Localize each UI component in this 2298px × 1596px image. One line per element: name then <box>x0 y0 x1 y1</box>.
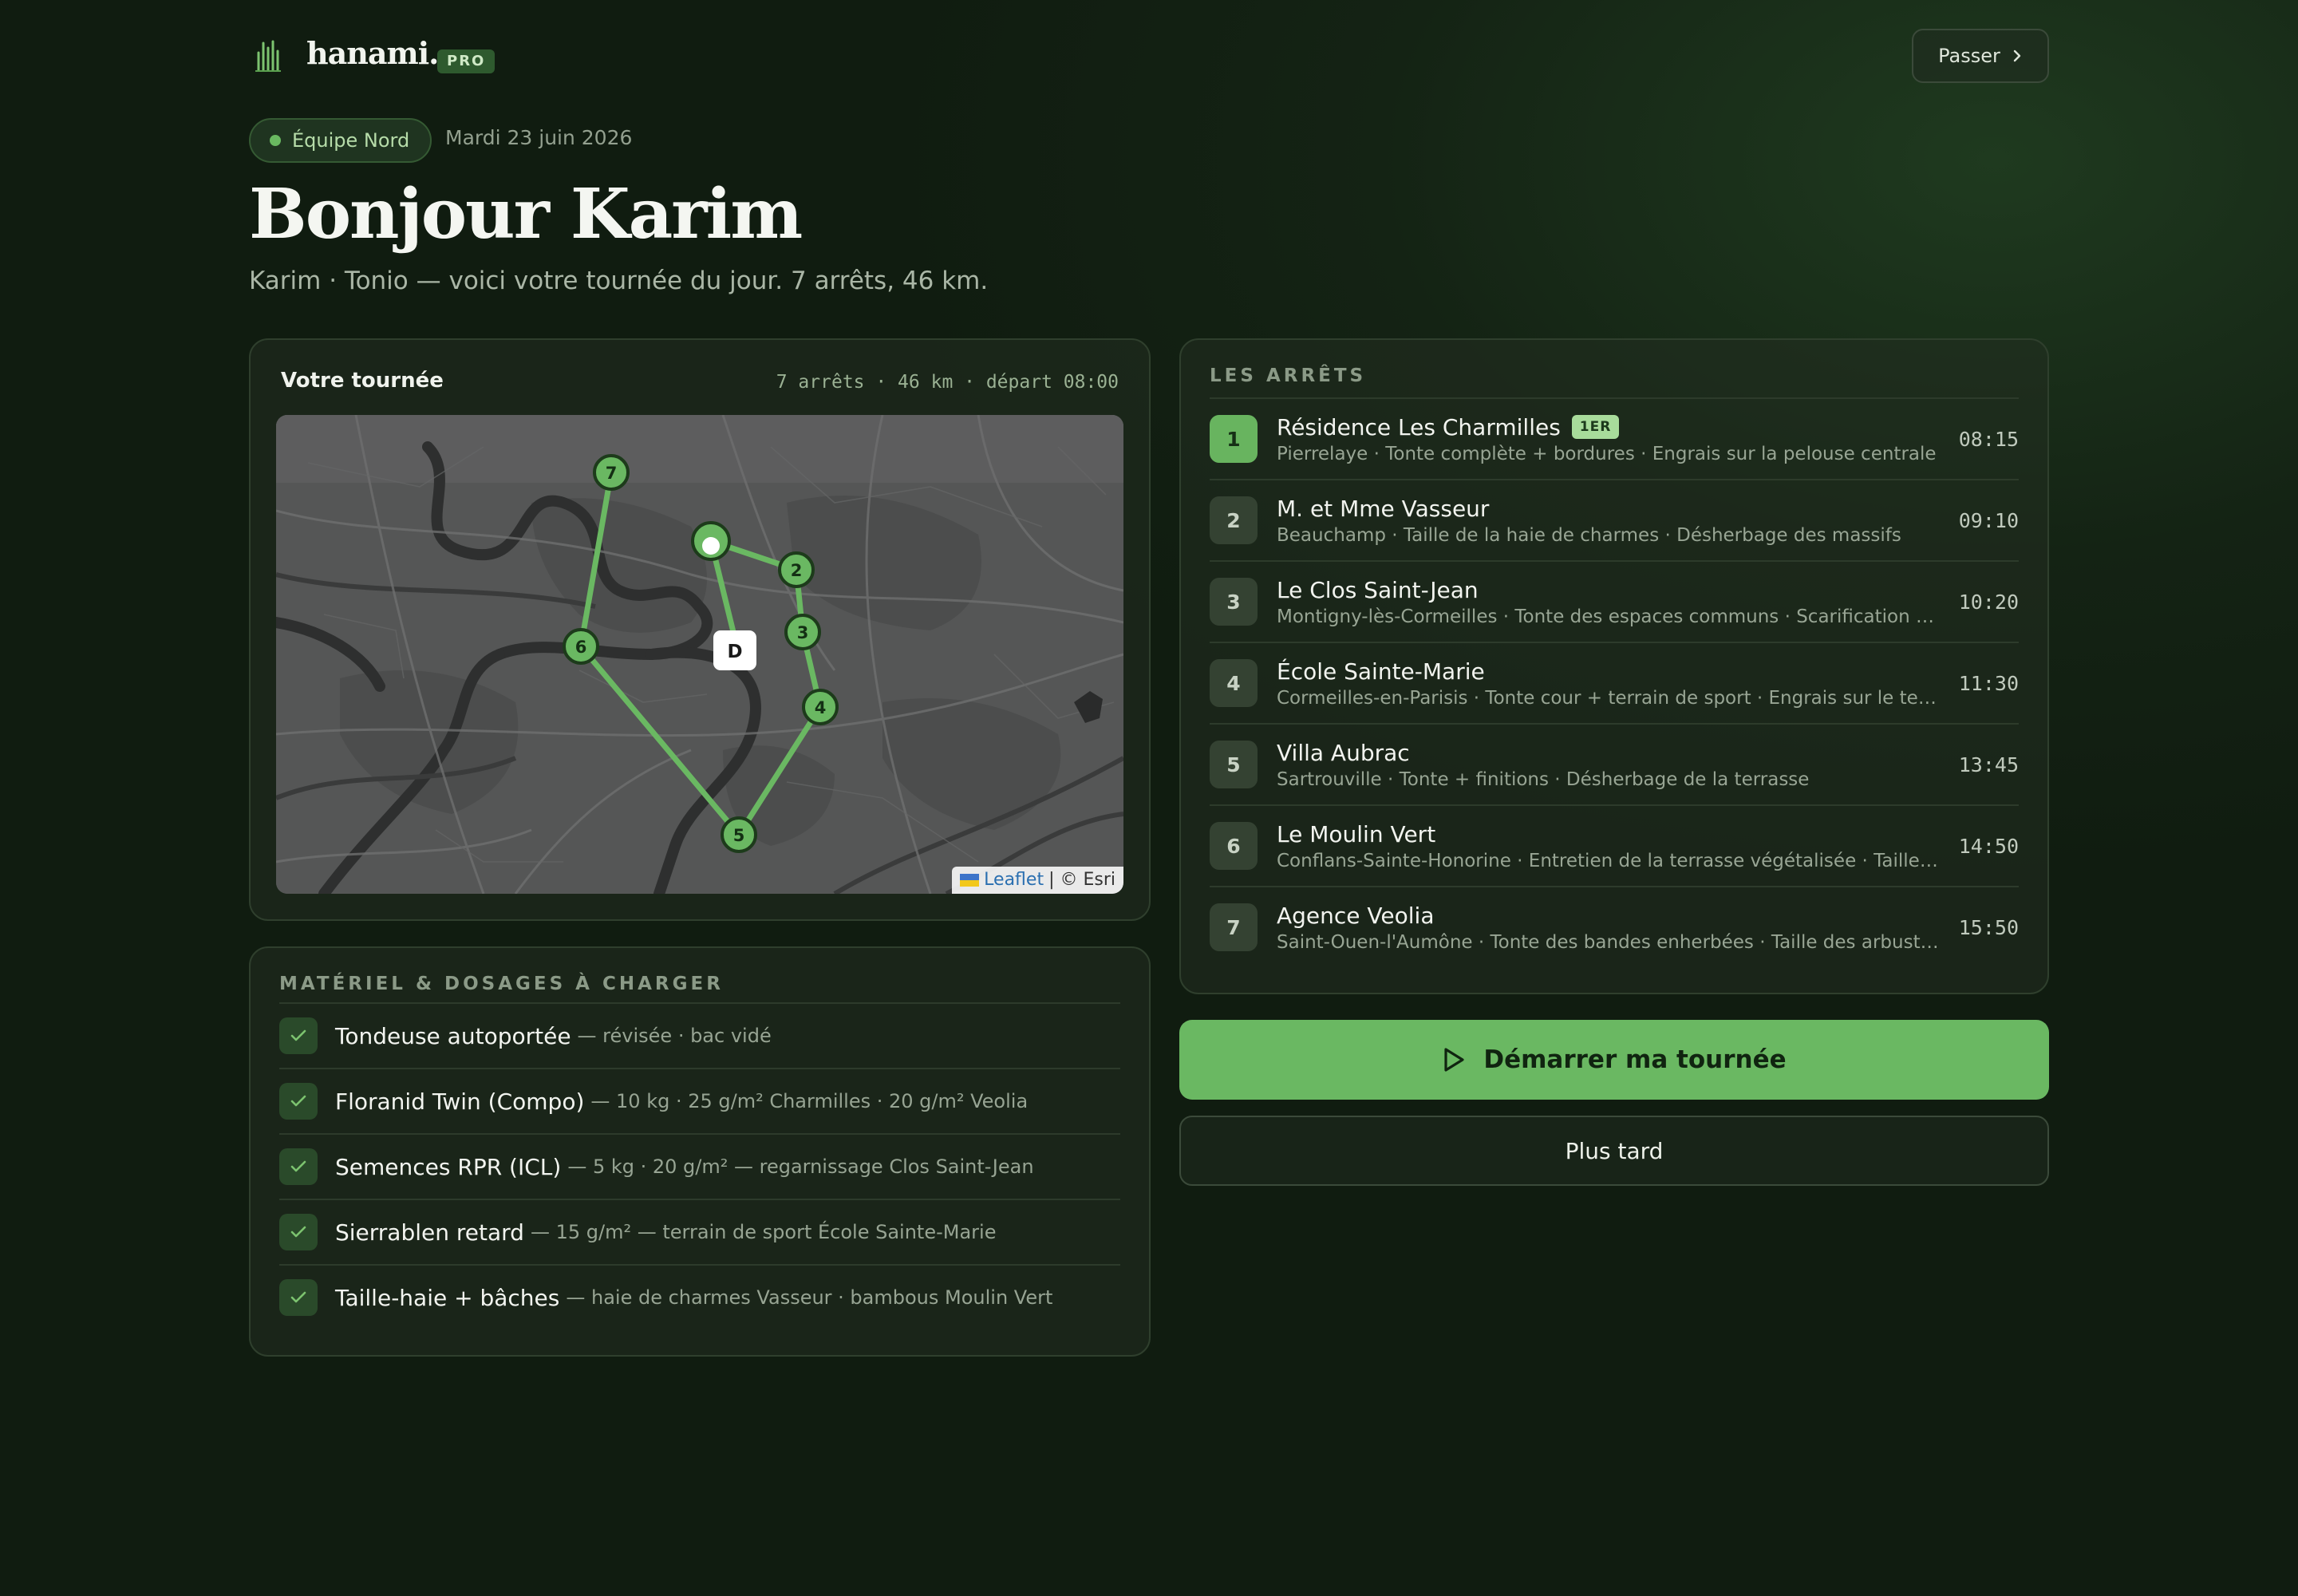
stop-number: 4 <box>1210 659 1258 707</box>
stop-marker-2[interactable]: 2 <box>778 551 815 588</box>
stop-item[interactable]: 6 Le Moulin Vert Conflans-Sainte-Honorin… <box>1210 804 2019 886</box>
team-chip: Équipe Nord <box>249 118 432 163</box>
stop-name: M. et Mme Vasseur <box>1277 495 1490 522</box>
chevron-right-icon <box>2013 49 2021 62</box>
stop-item[interactable]: 4 École Sainte-Marie Cormeilles-en-Paris… <box>1210 642 2019 723</box>
check-icon[interactable] <box>279 1148 318 1185</box>
ukraine-flag-icon <box>960 874 980 887</box>
stop-marker-6[interactable]: 6 <box>563 628 599 665</box>
material-name: Floranid Twin (Compo) <box>335 1088 585 1115</box>
date-label: Mardi 23 juin 2026 <box>445 126 633 149</box>
check-icon[interactable] <box>279 1017 318 1054</box>
stop-marker-2-label: 2 <box>791 561 803 580</box>
stop-description: Conflans-Sainte-Honorine · Entretien de … <box>1277 850 1939 871</box>
stop-time: 14:50 <box>1958 834 2019 858</box>
material-name: Semences RPR (ICL) <box>335 1153 562 1180</box>
material-name: Taille-haie + bâches <box>335 1284 560 1311</box>
stop-number: 7 <box>1210 903 1258 951</box>
later-button-label: Plus tard <box>1565 1137 1664 1164</box>
material-detail: — 5 kg · 20 g/m² — regarnissage Clos Sai… <box>567 1156 1034 1178</box>
stop-time: 10:20 <box>1958 590 2019 614</box>
stop-marker-4-label: 4 <box>815 698 827 717</box>
map-card-title: Votre tournée <box>281 369 444 393</box>
pro-badge: PRO <box>437 49 496 73</box>
material-item[interactable]: Tondeuse autoportée — révisée · bac vidé <box>279 1002 1120 1068</box>
later-button[interactable]: Plus tard <box>1179 1116 2049 1186</box>
stop-item[interactable]: 3 Le Clos Saint-Jean Montigny-lès-Cormei… <box>1210 560 2019 642</box>
start-tour-label: Démarrer ma tournée <box>1483 1045 1787 1074</box>
stop-marker-5-label: 5 <box>733 826 745 845</box>
check-icon[interactable] <box>279 1083 318 1120</box>
map-card-meta: 7 arrêts · 46 km · départ 08:00 <box>776 372 1119 393</box>
material-item[interactable]: Taille-haie + bâches — haie de charmes V… <box>279 1264 1120 1329</box>
status-dot-icon <box>270 135 281 146</box>
team-name: Équipe Nord <box>292 129 410 152</box>
map-tiles: 2 3 4 5 6 7 D <box>276 415 1123 894</box>
material-detail: — 10 kg · 25 g/m² Charmilles · 20 g/m² V… <box>590 1090 1029 1112</box>
stop-time: 15:50 <box>1958 915 2019 939</box>
material-name: Sierrablen retard <box>335 1219 524 1246</box>
depot-marker[interactable]: D <box>713 630 756 670</box>
play-icon <box>1444 1048 1464 1072</box>
stop-number: 1 <box>1210 415 1258 463</box>
stop-item[interactable]: 2 M. et Mme Vasseur Beauchamp · Taille d… <box>1210 479 2019 560</box>
stop-name: Agence Veolia <box>1277 902 1435 929</box>
start-tour-button[interactable]: Démarrer ma tournée <box>1179 1020 2049 1100</box>
check-icon[interactable] <box>279 1279 318 1316</box>
stop-marker-1[interactable] <box>691 521 731 561</box>
stop-marker-4[interactable]: 4 <box>802 689 839 725</box>
first-stop-badge: 1ER <box>1571 415 1620 439</box>
material-detail: — révisée · bac vidé <box>577 1025 772 1047</box>
stop-time: 09:10 <box>1958 508 2019 532</box>
stop-description: Saint-Ouen-l'Aumône · Tonte des bandes e… <box>1277 931 1939 953</box>
stop-marker-7-label: 7 <box>606 464 618 483</box>
stop-name: Le Clos Saint-Jean <box>1277 576 1479 603</box>
material-name: Tondeuse autoportée <box>335 1022 571 1049</box>
stop-item[interactable]: 7 Agence Veolia Saint-Ouen-l'Aumône · To… <box>1210 886 2019 967</box>
skip-button-label: Passer <box>1938 45 2000 67</box>
attribution-text: | © Esri <box>1048 870 1115 890</box>
stop-description: Sartrouville · Tonte + finitions · Déshe… <box>1277 768 1810 790</box>
stop-name: Résidence Les Charmilles <box>1277 413 1561 440</box>
stop-description: Beauchamp · Taille de la haie de charmes… <box>1277 524 1901 546</box>
leaflet-link[interactable]: Leaflet <box>984 867 1044 894</box>
stop-marker-3[interactable]: 3 <box>784 614 821 650</box>
skip-button[interactable]: Passer <box>1912 29 2049 83</box>
stop-marker-6-label: 6 <box>575 638 587 657</box>
depot-marker-label: D <box>727 642 742 662</box>
stop-description: Cormeilles-en-Parisis · Tonte cour + ter… <box>1277 687 1939 709</box>
brand-name: hanami. <box>306 35 439 71</box>
stop-name: Le Moulin Vert <box>1277 820 1436 847</box>
stop-number: 6 <box>1210 822 1258 870</box>
stop-marker-5[interactable]: 5 <box>721 816 757 853</box>
page-title: Bonjour Karim <box>249 174 803 255</box>
stop-name: Villa Aubrac <box>1277 739 1410 766</box>
page-subtitle: Karim · Tonio — voici votre tournée du j… <box>249 267 989 295</box>
route-map[interactable]: 2 3 4 5 6 7 D Leaflet | © Esri <box>276 415 1123 894</box>
material-detail: — haie de charmes Vasseur · bambous Moul… <box>566 1286 1053 1309</box>
stop-marker-7[interactable]: 7 <box>593 454 630 491</box>
stop-number: 3 <box>1210 578 1258 626</box>
materials-section-label: MATÉRIEL & DOSAGES À CHARGER <box>279 974 724 994</box>
stops-section-label: LES ARRÊTS <box>1210 365 1367 386</box>
material-item[interactable]: Sierrablen retard — 15 g/m² — terrain de… <box>279 1199 1120 1264</box>
stop-number: 5 <box>1210 741 1258 788</box>
material-item[interactable]: Floranid Twin (Compo) — 10 kg · 25 g/m² … <box>279 1068 1120 1133</box>
stop-time: 11:30 <box>1958 671 2019 695</box>
stop-item[interactable]: 1 Résidence Les Charmilles 1ER Pierrelaye… <box>1210 397 2019 479</box>
stop-time: 13:45 <box>1958 753 2019 776</box>
map-attribution: Leaflet | © Esri <box>952 867 1123 894</box>
material-item[interactable]: Semences RPR (ICL) — 5 kg · 20 g/m² — re… <box>279 1133 1120 1199</box>
check-icon[interactable] <box>279 1214 318 1250</box>
stop-item[interactable]: 5 Villa Aubrac Sartrouville · Tonte + fi… <box>1210 723 2019 804</box>
stop-name: École Sainte-Marie <box>1277 658 1485 685</box>
hanami-logo-icon <box>255 40 281 72</box>
stop-description: Montigny-lès-Cormeilles · Tonte des espa… <box>1277 606 1939 627</box>
stop-number: 2 <box>1210 496 1258 544</box>
stop-marker-3-label: 3 <box>797 623 809 642</box>
material-detail: — 15 g/m² — terrain de sport École Saint… <box>530 1221 997 1243</box>
stop-time: 08:15 <box>1958 427 2019 451</box>
stop-description: Pierrelaye · Tonte complète + bordures ·… <box>1277 443 1937 464</box>
